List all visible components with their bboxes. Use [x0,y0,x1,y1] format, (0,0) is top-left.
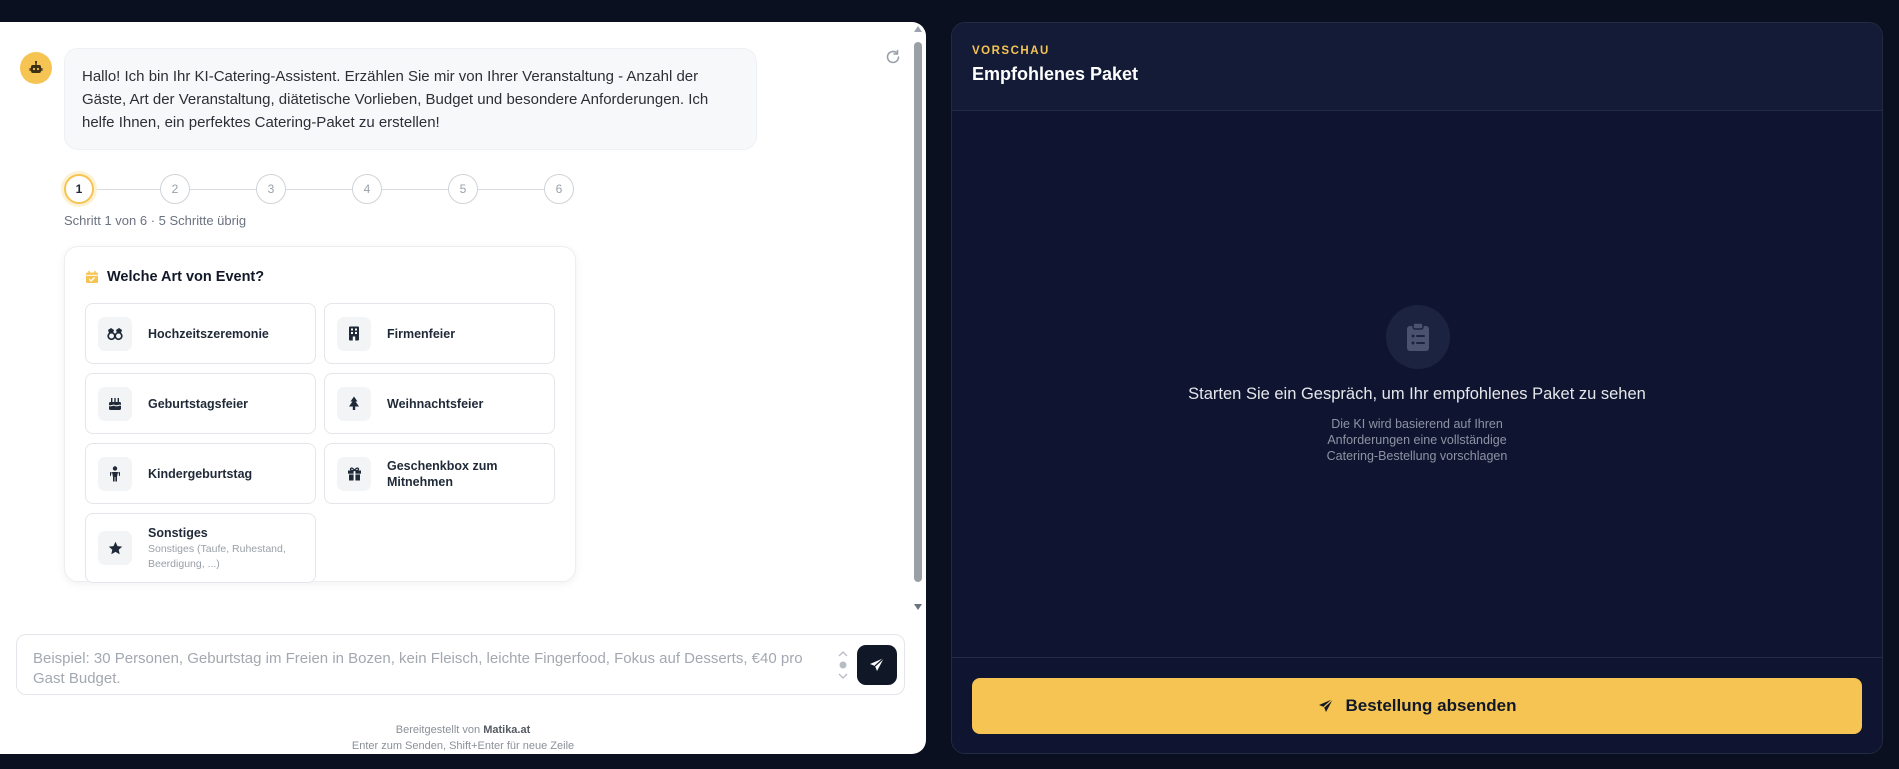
option-label: Sonstiges Sonstiges (Taufe, Ruhestand, B… [148,525,315,572]
gift-icon [347,467,361,481]
bot-message: Hallo! Ich bin Ihr KI-Catering-Assistent… [64,48,757,150]
option-icon-wrap [98,531,132,565]
robot-icon [29,60,43,73]
step-4: 4 [352,174,382,204]
powered-by: Bereitgestellt von Matika.at [0,724,926,736]
option-geschenkbox[interactable]: Geschenkbox zum Mitnehmen [324,443,555,504]
option-label: Weihnachtsfeier [387,396,484,411]
keyboard-hint: Enter zum Senden, Shift+Enter für neue Z… [351,740,575,752]
preview-panel: VORSCHAU Empfohlenes Paket Starten Sie e… [951,22,1883,754]
option-subtitle: Sonstiges (Taufe, Ruhestand, Beerdigung,… [148,542,286,570]
clipboard-list-icon [1407,322,1429,351]
step-3: 3 [256,174,286,204]
option-icon-wrap [98,386,132,421]
option-label: Hochzeitszeremonie [148,326,269,341]
empty-desc-line: Catering-Bestellung vorschlagen [1326,449,1508,463]
send-button[interactable] [857,645,897,685]
send-icon [870,657,885,671]
bot-avatar [20,52,52,84]
stepper-line [78,189,564,190]
powered-by-prefix: Bereitgestellt von [395,724,481,736]
event-type-card: Welche Art von Event? Hochzeitszeremonie [64,246,576,583]
option-hochzeitszeremonie[interactable]: Hochzeitszeremonie [85,303,316,364]
message-input[interactable] [33,649,823,689]
option-icon-wrap [98,316,132,351]
chat-scrollbar[interactable] [912,26,924,610]
star-icon [108,541,122,554]
question-title: Welche Art von Event? [85,269,264,285]
empty-state-icon-wrap [1386,305,1450,369]
option-label: Firmenfeier [387,326,456,341]
child-icon [110,465,120,481]
empty-desc-line: Die KI wird basierend auf Ihren [1331,417,1503,431]
option-kindergeburtstag[interactable]: Kindergeburtstag [85,443,316,504]
option-label: Kindergeburtstag [148,466,253,481]
chat-panel: Hallo! Ich bin Ihr KI-Catering-Assistent… [0,22,926,754]
option-geburtstagsfeier[interactable]: Geburtstagsfeier [85,373,316,434]
option-weihnachtsfeier[interactable]: Weihnachtsfeier [324,373,555,434]
option-icon-wrap [337,456,371,491]
step-5: 5 [448,174,478,204]
step-status: Schritt 1 von 6 · 5 Schritte übrig [64,213,247,228]
scroll-up-arrow-icon[interactable] [914,26,922,32]
send-icon [1318,698,1333,712]
preview-header: VORSCHAU Empfohlenes Paket [952,23,1882,111]
cake-icon [108,398,122,410]
step-6: 6 [544,174,574,204]
scroll-down-arrow-icon[interactable] [914,604,922,610]
question-title-text: Welche Art von Event? [107,269,265,285]
submit-order-button[interactable]: Bestellung absenden [972,678,1862,734]
tree-icon [349,396,359,410]
option-icon-wrap [337,316,371,351]
empty-state-description: Die KI wird basierend auf Ihren Anforder… [952,416,1882,464]
submit-order-label: Bestellung absenden [1345,696,1517,715]
calendar-icon [86,270,98,283]
preview-title: Empfohlenes Paket [972,64,1139,84]
option-label: Geburtstagsfeier [148,396,249,411]
rings-icon [107,327,123,340]
message-input-wrap [16,634,905,695]
option-label: Geschenkbox zum Mitnehmen [387,458,498,489]
preview-footer: Bestellung absenden [952,657,1882,753]
powered-by-brand[interactable]: Matika.at [483,724,530,736]
empty-state-title: Starten Sie ein Gespräch, um Ihr empfohl… [1188,385,1646,403]
step-2: 2 [160,174,190,204]
refresh-icon[interactable] [884,48,902,66]
resize-handle-icon[interactable] [837,647,849,683]
building-icon [349,326,359,341]
option-icon-wrap [337,386,371,421]
preview-kicker: VORSCHAU [972,45,1050,57]
empty-desc-line: Anforderungen eine vollständige [1327,433,1507,447]
step-1: 1 [64,174,94,204]
option-firmenfeier[interactable]: Firmenfeier [324,303,555,364]
option-title: Sonstiges [148,525,208,540]
progress-stepper: 1 2 3 4 5 6 [64,174,578,206]
option-icon-wrap [98,456,132,491]
scroll-thumb[interactable] [914,42,922,582]
option-sonstiges[interactable]: Sonstiges Sonstiges (Taufe, Ruhestand, B… [85,513,316,583]
chat-scroll-area[interactable]: Hallo! Ich bin Ihr KI-Catering-Assistent… [0,22,926,612]
